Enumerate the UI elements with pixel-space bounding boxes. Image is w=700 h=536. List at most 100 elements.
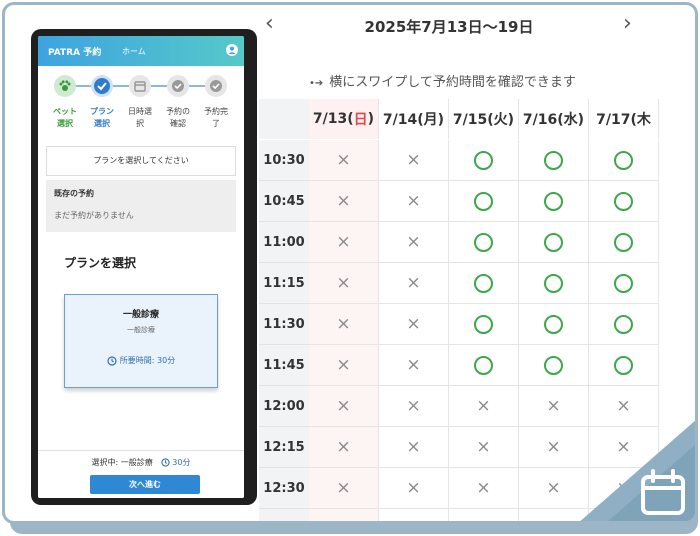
available-slot[interactable] bbox=[589, 345, 659, 386]
step-1-circle bbox=[54, 75, 76, 97]
available-circle-icon bbox=[544, 273, 563, 293]
available-slot[interactable] bbox=[449, 140, 519, 181]
available-slot[interactable] bbox=[519, 304, 589, 345]
unavailable-cross-icon: × bbox=[476, 437, 491, 457]
plan-duration-text: 所要時間: 30分 bbox=[119, 356, 176, 365]
available-slot[interactable] bbox=[589, 263, 659, 304]
available-circle-icon bbox=[614, 355, 633, 375]
unavailable-cross-icon: × bbox=[336, 191, 351, 211]
unavailable-slot: × bbox=[309, 181, 379, 222]
unavailable-cross-icon: × bbox=[476, 519, 490, 521]
unavailable-slot: × bbox=[379, 263, 449, 304]
available-circle-icon bbox=[544, 355, 563, 375]
step-3-label: 日時選 択 bbox=[128, 107, 152, 128]
day-header-3: 7/16(水) bbox=[519, 99, 589, 139]
available-circle-icon bbox=[544, 150, 563, 170]
day-header-close: ) bbox=[367, 111, 375, 127]
chevron-right-icon[interactable]: › bbox=[623, 11, 632, 36]
calendar-icon bbox=[134, 81, 146, 92]
plan-card[interactable]: 一般診療 一般診療 所要時間: 30分 bbox=[64, 294, 218, 388]
unavailable-slot: × bbox=[309, 468, 379, 509]
unavailable-slot: × bbox=[309, 427, 379, 468]
available-slot[interactable] bbox=[519, 263, 589, 304]
available-slot[interactable] bbox=[519, 140, 589, 181]
day-header-0: 7/13(日) bbox=[309, 99, 379, 139]
day-header-2: 7/15(火) bbox=[449, 99, 519, 139]
unavailable-slot: × bbox=[309, 263, 379, 304]
unavailable-slot: × bbox=[379, 181, 449, 222]
unavailable-slot: × bbox=[309, 386, 379, 427]
step-5-label: 予約完 了 bbox=[204, 107, 228, 128]
unavailable-slot: × bbox=[309, 222, 379, 263]
available-slot[interactable] bbox=[449, 345, 519, 386]
phone-mockup: PATRA 予約 ホーム ペット 選択 プラン 選択 日時選 択予約の 確認 予約完 … bbox=[31, 29, 257, 505]
brand-logo[interactable]: PATRA 予約 bbox=[48, 45, 101, 58]
available-slot[interactable] bbox=[519, 222, 589, 263]
unavailable-slot: × bbox=[449, 427, 519, 468]
section-title: プランを選択 bbox=[64, 256, 137, 270]
time-label: 12:45 bbox=[259, 509, 309, 521]
unavailable-slot: × bbox=[379, 427, 449, 468]
unavailable-cross-icon: × bbox=[406, 150, 421, 170]
unavailable-cross-icon: × bbox=[336, 150, 351, 170]
step-connector bbox=[76, 85, 91, 87]
unavailable-cross-icon: × bbox=[336, 396, 351, 416]
unavailable-cross-icon: × bbox=[406, 273, 421, 293]
unavailable-cross-icon: × bbox=[336, 478, 351, 498]
progress-stepper: ペット 選択 プラン 選択 日時選 択予約の 確認 予約完 了 bbox=[38, 72, 244, 132]
selected-duration: 30分 bbox=[161, 458, 190, 467]
available-slot[interactable] bbox=[519, 181, 589, 222]
unavailable-cross-icon: × bbox=[406, 232, 421, 252]
available-slot[interactable] bbox=[449, 181, 519, 222]
sunday-label: 日 bbox=[353, 112, 368, 128]
available-circle-icon bbox=[614, 273, 633, 293]
available-slot[interactable] bbox=[449, 304, 519, 345]
day-header-date: 7/13( bbox=[312, 111, 354, 127]
unavailable-cross-icon: × bbox=[406, 478, 421, 498]
unavailable-cross-icon: × bbox=[406, 191, 421, 211]
existing-bookings-empty: まだ予約がありません bbox=[54, 211, 134, 220]
unavailable-slot: × bbox=[309, 345, 379, 386]
time-label: 12:00 bbox=[259, 386, 309, 427]
available-circle-icon bbox=[614, 150, 633, 170]
phone-screen: PATRA 予約 ホーム ペット 選択 プラン 選択 日時選 択予約の 確認 予約完 … bbox=[38, 36, 244, 498]
unavailable-cross-icon: × bbox=[336, 232, 351, 252]
check-icon bbox=[172, 80, 184, 92]
available-slot[interactable] bbox=[589, 304, 659, 345]
unavailable-cross-icon: × bbox=[406, 519, 420, 521]
time-column-header bbox=[259, 99, 309, 139]
chevron-left-icon[interactable]: ‹ bbox=[265, 11, 274, 36]
next-button[interactable]: 次へ進む bbox=[90, 475, 200, 494]
unavailable-slot: × bbox=[379, 345, 449, 386]
available-slot[interactable] bbox=[449, 263, 519, 304]
day-header-1: 7/14(月) bbox=[379, 99, 449, 139]
plan-select-prompt[interactable]: プランを選択してください bbox=[46, 146, 236, 176]
available-slot[interactable] bbox=[519, 345, 589, 386]
step-4-circle bbox=[167, 75, 189, 97]
user-icon[interactable] bbox=[226, 44, 238, 56]
time-label: 11:00 bbox=[259, 222, 309, 263]
app-header: PATRA 予約 ホーム bbox=[38, 36, 244, 66]
unavailable-slot: × bbox=[449, 468, 519, 509]
time-label: 12:30 bbox=[259, 468, 309, 509]
selected-duration-text: 30分 bbox=[172, 458, 191, 467]
available-slot[interactable] bbox=[589, 222, 659, 263]
step-5-circle bbox=[205, 75, 227, 97]
step-2-label: プラン 選択 bbox=[90, 107, 114, 128]
unavailable-cross-icon: × bbox=[336, 314, 351, 334]
home-link[interactable]: ホーム bbox=[122, 46, 146, 57]
available-slot[interactable] bbox=[589, 140, 659, 181]
step-4-label: 予約の 確認 bbox=[166, 107, 190, 128]
step-connector bbox=[113, 85, 129, 87]
available-circle-icon bbox=[614, 314, 633, 334]
unavailable-slot: × bbox=[309, 304, 379, 345]
available-circle-icon bbox=[614, 232, 633, 252]
available-circle-icon bbox=[474, 314, 493, 334]
available-slot[interactable] bbox=[449, 222, 519, 263]
unavailable-cross-icon: × bbox=[476, 396, 491, 416]
check-icon bbox=[210, 80, 222, 92]
unavailable-slot: × bbox=[379, 468, 449, 509]
unavailable-cross-icon: × bbox=[406, 355, 421, 375]
available-slot[interactable] bbox=[589, 181, 659, 222]
unavailable-slot: × bbox=[379, 509, 449, 521]
